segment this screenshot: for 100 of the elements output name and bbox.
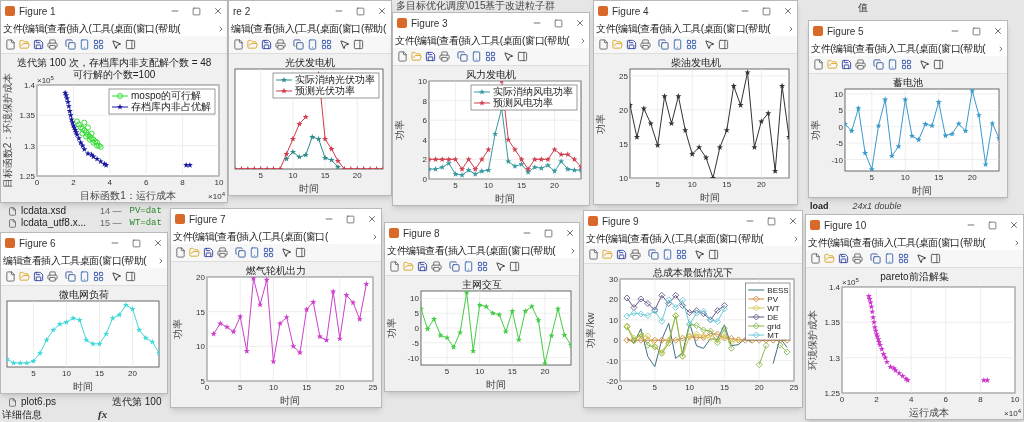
panel-icon[interactable] <box>353 39 364 50</box>
menu-item[interactable]: 编辑( <box>618 23 641 34</box>
menu-item[interactable]: 插入 <box>41 255 61 266</box>
menu-item[interactable]: 查看( <box>425 245 448 256</box>
menu-item[interactable]: 窗口( <box>940 237 963 248</box>
menu-item[interactable]: 帮助( <box>741 233 764 244</box>
maximize-icon[interactable] <box>972 26 981 36</box>
device-icon[interactable] <box>79 271 90 282</box>
printer-icon[interactable] <box>47 39 58 50</box>
menu-item[interactable]: 文件( <box>811 43 834 54</box>
pointer-icon[interactable] <box>111 39 122 50</box>
menu-item[interactable]: 文件( <box>395 35 418 46</box>
menu-item[interactable]: 插入 <box>447 245 467 256</box>
device-icon[interactable] <box>887 59 898 70</box>
printer-icon[interactable] <box>275 39 286 50</box>
menu-item[interactable]: 桌面( <box>502 35 525 46</box>
device-icon[interactable] <box>79 39 90 50</box>
menu-item[interactable]: 帮助( <box>963 43 986 54</box>
menu-item[interactable]: 查看( <box>253 23 276 34</box>
printer-icon[interactable] <box>640 39 651 50</box>
new-file-icon[interactable] <box>5 39 16 50</box>
grid-icon[interactable] <box>93 271 104 282</box>
menu-item[interactable]: 工具( <box>297 23 320 34</box>
device-icon[interactable] <box>672 39 683 50</box>
menu-item[interactable]: 编辑( <box>417 35 440 46</box>
menu-item[interactable]: 桌面( <box>488 245 512 256</box>
menu-item[interactable]: 工具( <box>681 23 704 34</box>
menu-item[interactable]: 帮助( <box>158 23 181 34</box>
save-icon[interactable] <box>616 249 627 260</box>
pointer-icon[interactable] <box>495 261 506 272</box>
menu-item[interactable]: 文件( <box>586 233 609 244</box>
pointer-icon[interactable] <box>919 59 930 70</box>
copy-icon[interactable] <box>658 39 669 50</box>
save-icon[interactable] <box>261 39 272 50</box>
maximize-icon[interactable] <box>192 6 201 16</box>
menu-item[interactable]: 编辑( <box>231 23 254 34</box>
menu-item[interactable]: 窗口( <box>524 35 548 46</box>
device-icon[interactable] <box>884 253 895 264</box>
printer-icon[interactable] <box>855 59 866 70</box>
copy-icon[interactable] <box>449 261 460 272</box>
menu-item[interactable]: 查看( <box>852 237 875 248</box>
menu-item[interactable]: 工具( <box>480 35 503 46</box>
printer-icon[interactable] <box>217 247 228 258</box>
menu-item[interactable]: 工具( <box>674 233 697 244</box>
printer-icon[interactable] <box>47 271 58 282</box>
menu-item[interactable]: 插入 <box>877 43 897 54</box>
copy-icon[interactable] <box>65 271 76 282</box>
menu-item[interactable]: 桌面( <box>79 255 102 266</box>
grid-icon[interactable] <box>263 247 274 258</box>
copy-icon[interactable] <box>873 59 884 70</box>
maximize-icon[interactable] <box>544 228 553 238</box>
device-icon[interactable] <box>463 261 474 272</box>
new-file-icon[interactable] <box>397 51 408 62</box>
menu-item[interactable]: 工具( <box>261 231 284 242</box>
menu-item[interactable]: 插入( <box>239 231 262 242</box>
new-file-icon[interactable] <box>588 249 599 260</box>
new-file-icon[interactable] <box>5 271 16 282</box>
device-icon[interactable] <box>471 51 482 62</box>
copy-icon[interactable] <box>648 249 659 260</box>
printer-icon[interactable] <box>852 253 863 264</box>
grid-icon[interactable] <box>485 51 496 62</box>
printer-icon[interactable] <box>439 51 450 62</box>
more-icon[interactable] <box>787 24 795 33</box>
new-file-icon[interactable] <box>175 247 186 258</box>
menu-item[interactable]: 查看( <box>640 23 663 34</box>
more-icon[interactable] <box>792 234 800 243</box>
save-icon[interactable] <box>203 247 214 258</box>
menu-item[interactable]: 桌面( <box>283 231 306 242</box>
file-name[interactable]: plot6.ps <box>21 396 57 408</box>
pointer-icon[interactable] <box>339 39 350 50</box>
copy-icon[interactable] <box>870 253 881 264</box>
close-icon[interactable] <box>993 26 1003 36</box>
maximize-icon[interactable] <box>132 238 141 248</box>
device-icon[interactable] <box>307 39 318 50</box>
menu-item[interactable]: 窗口( <box>135 23 158 34</box>
menu-item[interactable]: 工具( <box>896 43 919 54</box>
pointer-icon[interactable] <box>694 249 705 260</box>
copy-icon[interactable] <box>293 39 304 50</box>
grid-icon[interactable] <box>477 261 488 272</box>
panel-icon[interactable] <box>125 39 136 50</box>
panel-icon[interactable] <box>295 247 306 258</box>
maximize-icon[interactable] <box>554 18 563 28</box>
file-name[interactable]: lcdata.xsd <box>21 205 67 217</box>
menu-item[interactable]: 工具( <box>896 237 919 248</box>
menu-item[interactable]: 编辑 <box>3 255 23 266</box>
menu-item[interactable]: 插入( <box>69 23 92 34</box>
menu-item[interactable]: 帮助( <box>533 245 556 256</box>
menu-item[interactable]: 插入( <box>275 23 298 34</box>
copy-icon[interactable] <box>65 39 76 50</box>
menu-item[interactable]: 工具( <box>466 245 489 256</box>
maximize-icon[interactable] <box>346 214 355 224</box>
device-icon[interactable] <box>249 247 260 258</box>
menu-item[interactable]: 桌面( <box>918 237 941 248</box>
grid-icon[interactable] <box>898 253 909 264</box>
more-icon[interactable] <box>217 24 225 33</box>
menu-item[interactable]: 窗口( <box>718 233 741 244</box>
save-icon[interactable] <box>838 253 849 264</box>
grid-icon[interactable] <box>686 39 697 50</box>
save-icon[interactable] <box>417 261 428 272</box>
save-icon[interactable] <box>841 59 852 70</box>
